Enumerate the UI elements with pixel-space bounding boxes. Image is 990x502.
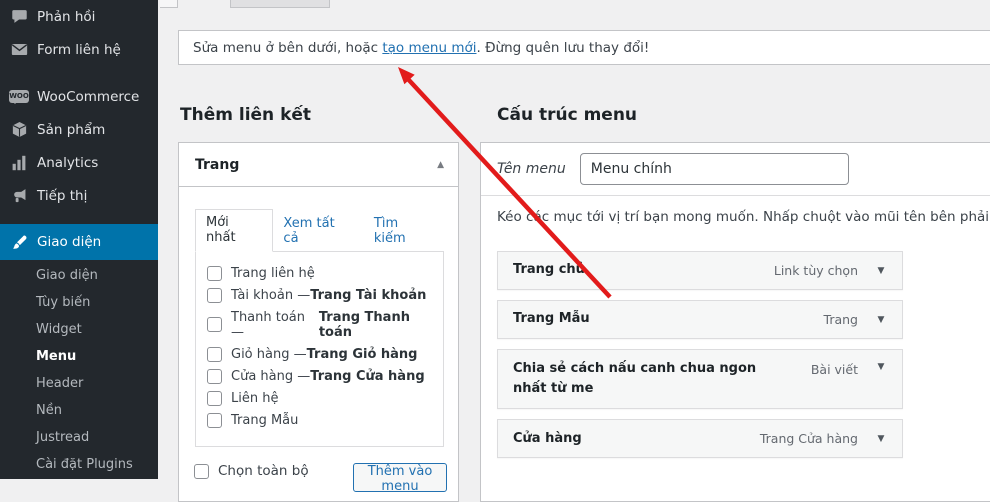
pages-postbox-header[interactable]: Trang ▲ bbox=[179, 143, 458, 187]
page-label: Tài khoản — bbox=[231, 288, 310, 303]
admin-sidebar: Phản hồi Form liên hệ WOO WooCommerce Sả… bbox=[0, 0, 158, 479]
page-label: Trang Mẫu bbox=[231, 413, 298, 428]
menu-item-row[interactable]: Cửa hàng Trang Cửa hàng ▼ bbox=[497, 419, 903, 458]
menu-structure-card: Tên menu Kéo các mục tới vị trí bạn mong… bbox=[480, 142, 990, 502]
checkbox[interactable] bbox=[207, 413, 222, 428]
menu-item-row[interactable]: Chia sẻ cách nấu canh chua ngon nhất từ … bbox=[497, 349, 903, 409]
select-all-checkbox[interactable] bbox=[194, 464, 209, 479]
add-to-menu-button[interactable]: Thêm vào menu bbox=[353, 463, 447, 492]
pages-checklist: Trang liên hệ Tài khoản — Trang Tài khoả… bbox=[195, 251, 444, 447]
notice-text-after: . Đừng quên lưu thay đổi! bbox=[476, 40, 649, 56]
page-label: Cửa hàng — bbox=[231, 369, 310, 384]
list-item: Thanh toán — Trang Thanh toán bbox=[207, 306, 443, 343]
pages-filter-tabs: Mới nhất Xem tất cả Tìm kiếm bbox=[195, 209, 444, 252]
sidebar-item-tiep-thi[interactable]: Tiếp thị bbox=[0, 179, 158, 212]
menu-name-row: Tên menu bbox=[481, 143, 990, 196]
page-label-bold: Trang Tài khoản bbox=[310, 288, 426, 303]
sidebar-item-label: Tiếp thị bbox=[37, 188, 87, 204]
collapse-icon[interactable]: ▲ bbox=[437, 160, 444, 170]
submenu-item-justread[interactable]: Justread bbox=[0, 424, 158, 451]
sidebar-item-label: Analytics bbox=[37, 155, 98, 171]
menu-item-title: Trang Mẫu bbox=[513, 309, 763, 329]
add-links-heading: Thêm liên kết bbox=[180, 105, 311, 125]
tab-search[interactable]: Tìm kiếm bbox=[364, 211, 444, 252]
menu-structure-heading: Cấu trúc menu bbox=[497, 105, 637, 125]
menu-item-row[interactable]: Trang Mẫu Trang ▼ bbox=[497, 300, 903, 339]
sidebar-item-label: Sản phẩm bbox=[37, 122, 105, 138]
chevron-down-icon[interactable]: ▼ bbox=[873, 266, 889, 276]
menu-item-title: Chia sẻ cách nấu canh chua ngon nhất từ … bbox=[513, 359, 763, 399]
submenu-item-menu[interactable]: Menu bbox=[0, 343, 158, 370]
edit-menu-notice: Sửa menu ở bên dưới, hoặc tạo menu mới. … bbox=[178, 30, 990, 65]
tab-view-all[interactable]: Xem tất cả bbox=[273, 211, 363, 252]
page-label: Liên hệ bbox=[231, 391, 278, 406]
sidebar-item-label: Phản hồi bbox=[37, 9, 95, 25]
appearance-submenu: Giao diện Tùy biến Widget Menu Header Nề… bbox=[0, 260, 158, 478]
list-item: Giỏ hàng — Trang Giỏ hàng bbox=[207, 343, 443, 365]
create-new-menu-link[interactable]: tạo menu mới bbox=[382, 40, 476, 56]
list-item: Trang Mẫu bbox=[207, 409, 443, 431]
woocommerce-icon: WOO bbox=[9, 87, 29, 107]
page-label-bold: Trang Cửa hàng bbox=[310, 369, 424, 384]
menu-name-label: Tên menu bbox=[497, 161, 566, 177]
product-box-icon bbox=[9, 120, 29, 140]
page-label: Giỏ hàng — bbox=[231, 347, 307, 362]
sidebar-item-phan-hoi[interactable]: Phản hồi bbox=[0, 0, 158, 33]
submenu-item-giao-dien[interactable]: Giao diện bbox=[0, 262, 158, 289]
notice-text-before: Sửa menu ở bên dưới, hoặc bbox=[193, 40, 382, 56]
tab-most-recent[interactable]: Mới nhất bbox=[195, 209, 273, 252]
paintbrush-icon bbox=[9, 232, 29, 252]
checkbox[interactable] bbox=[207, 347, 222, 362]
submenu-item-tuy-bien[interactable]: Tùy biến bbox=[0, 289, 158, 316]
megaphone-icon bbox=[9, 186, 29, 206]
chevron-down-icon[interactable]: ▼ bbox=[873, 434, 889, 444]
list-item: Cửa hàng — Trang Cửa hàng bbox=[207, 365, 443, 387]
checkbox[interactable] bbox=[207, 288, 222, 303]
list-item: Tài khoản — Trang Tài khoản bbox=[207, 284, 443, 306]
submenu-item-widget[interactable]: Widget bbox=[0, 316, 158, 343]
sidebar-item-woocommerce[interactable]: WOO WooCommerce bbox=[0, 80, 158, 113]
menu-item-row[interactable]: Trang chủ Link tùy chọn ▼ bbox=[497, 251, 903, 290]
comment-icon bbox=[9, 7, 29, 27]
sidebar-item-label: Form liên hệ bbox=[37, 42, 121, 58]
menu-item-title: Trang chủ bbox=[513, 260, 763, 280]
submenu-item-nen[interactable]: Nền bbox=[0, 397, 158, 424]
sidebar-item-label: WooCommerce bbox=[37, 89, 139, 105]
list-item: Trang liên hệ bbox=[207, 262, 443, 284]
chevron-down-icon[interactable]: ▼ bbox=[873, 362, 889, 372]
chevron-down-icon[interactable]: ▼ bbox=[873, 315, 889, 325]
menu-items-list: Trang chủ Link tùy chọn ▼ Trang Mẫu Tran… bbox=[497, 251, 903, 458]
menu-item-type: Link tùy chọn bbox=[774, 263, 858, 278]
sidebar-item-giao-dien[interactable]: Giao diện bbox=[0, 224, 158, 260]
menu-item-type: Bài viết bbox=[811, 362, 858, 377]
mail-icon bbox=[9, 40, 29, 60]
list-item: Liên hệ bbox=[207, 387, 443, 409]
tab-edit-menus[interactable] bbox=[160, 0, 178, 8]
submenu-item-header[interactable]: Header bbox=[0, 370, 158, 397]
page-label-bold: Trang Thanh toán bbox=[319, 310, 443, 340]
drag-instruction-text: Kéo các mục tới vị trí bạn mong muốn. Nh… bbox=[497, 209, 990, 225]
page-label: Trang liên hệ bbox=[231, 266, 315, 281]
menu-item-type: Trang bbox=[824, 312, 858, 327]
pages-postbox: Trang ▲ Mới nhất Xem tất cả Tìm kiếm Tra… bbox=[178, 142, 459, 502]
checkbox[interactable] bbox=[207, 266, 222, 281]
menu-item-type: Trang Cửa hàng bbox=[760, 431, 858, 446]
checkbox[interactable] bbox=[207, 317, 222, 332]
page-label-bold: Trang Giỏ hàng bbox=[307, 347, 418, 362]
menu-item-title: Cửa hàng bbox=[513, 429, 760, 449]
sidebar-item-label: Giao diện bbox=[37, 234, 101, 250]
checkbox[interactable] bbox=[207, 391, 222, 406]
bar-chart-icon bbox=[9, 153, 29, 173]
checkbox[interactable] bbox=[207, 369, 222, 384]
menu-name-input[interactable] bbox=[580, 153, 849, 185]
sidebar-item-san-pham[interactable]: Sản phẩm bbox=[0, 113, 158, 146]
select-all-label: Chọn toàn bộ bbox=[218, 463, 309, 479]
page-label: Thanh toán — bbox=[231, 310, 319, 340]
tab-manage-locations[interactable] bbox=[230, 0, 330, 8]
pages-postbox-title: Trang bbox=[195, 157, 239, 173]
submenu-item-cai-dat-plugins[interactable]: Cài đặt Plugins bbox=[0, 451, 158, 478]
sidebar-item-analytics[interactable]: Analytics bbox=[0, 146, 158, 179]
sidebar-item-form-lien-he[interactable]: Form liên hệ bbox=[0, 33, 158, 66]
